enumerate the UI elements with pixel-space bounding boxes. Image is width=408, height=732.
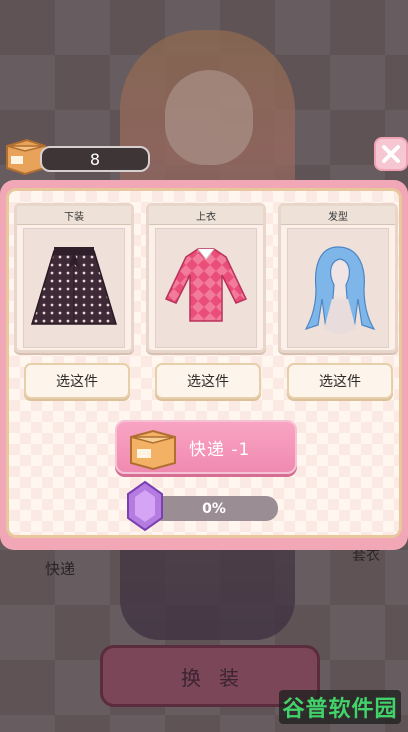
card-bottoms[interactable]: 下装 [14, 203, 134, 353]
card-title: 上衣 [149, 206, 263, 225]
express-button[interactable]: 快递 -1 [115, 420, 297, 474]
item-preview [287, 228, 389, 348]
card-title: 下装 [17, 206, 131, 225]
progress-bar: 0% [150, 496, 278, 521]
crate-icon [130, 429, 176, 471]
card-title: 发型 [281, 206, 395, 225]
argyle-sweater-icon [164, 248, 248, 322]
item-preview [23, 228, 125, 348]
card-hairstyle[interactable]: 发型 [278, 203, 398, 353]
card-tops[interactable]: 上衣 [146, 203, 266, 353]
character-face [165, 70, 253, 165]
item-preview [155, 228, 257, 348]
select-hairstyle-button[interactable]: 选这件 [287, 363, 393, 399]
polka-dot-skirt-icon [30, 247, 118, 325]
close-icon [382, 145, 400, 163]
select-bottoms-button[interactable]: 选这件 [24, 363, 130, 399]
blue-hair-icon [304, 246, 376, 334]
express-shortcut-label: 快递 [45, 560, 76, 578]
select-top-button[interactable]: 选这件 [155, 363, 261, 399]
crate-counter: 8 [40, 146, 150, 172]
express-label: 快递 -1 [189, 439, 251, 460]
watermark: 谷普软件园 [279, 690, 401, 724]
gem-icon [127, 480, 163, 532]
close-button[interactable] [374, 137, 408, 171]
